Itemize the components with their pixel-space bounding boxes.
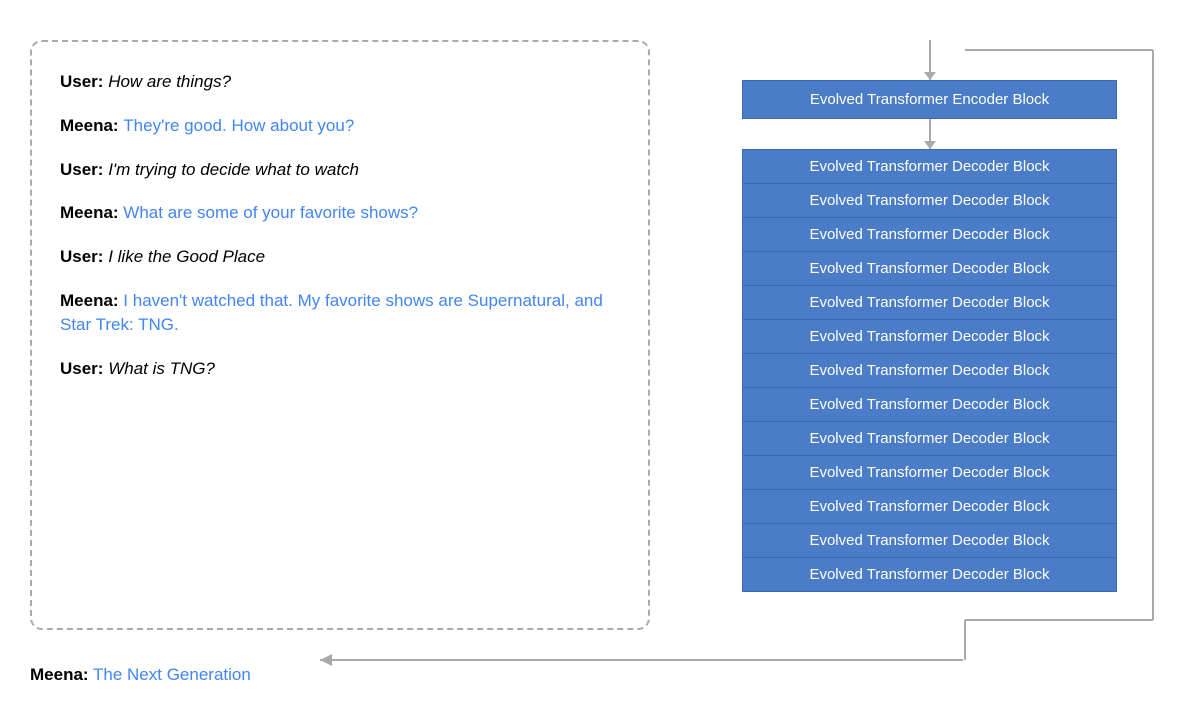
decoder-block: Evolved Transformer Decoder Block: [742, 285, 1117, 319]
decoder-block: Evolved Transformer Decoder Block: [742, 421, 1117, 455]
decoder-block: Evolved Transformer Decoder Block: [742, 149, 1117, 183]
output-speaker: Meena:: [30, 665, 89, 684]
decoder-block: Evolved Transformer Decoder Block: [742, 489, 1117, 523]
decoder-block: Evolved Transformer Decoder Block: [742, 183, 1117, 217]
chat-speaker: Meena:: [60, 116, 123, 135]
chat-text: I like the Good Place: [108, 247, 265, 266]
diagram-container: Evolved Transformer Encoder Block Evolve…: [690, 40, 1169, 592]
chat-line: User: I like the Good Place: [60, 245, 620, 269]
chat-line: User: What is TNG?: [60, 357, 620, 381]
chat-text: They're good. How about you?: [123, 116, 354, 135]
decoder-block: Evolved Transformer Decoder Block: [742, 251, 1117, 285]
top-connector: [929, 40, 931, 80]
decoder-block: Evolved Transformer Decoder Block: [742, 557, 1117, 592]
chat-text: What is TNG?: [108, 359, 215, 378]
decoder-block: Evolved Transformer Decoder Block: [742, 353, 1117, 387]
chat-box: User: How are things? Meena: They're good…: [30, 40, 650, 630]
decoder-block: Evolved Transformer Decoder Block: [742, 319, 1117, 353]
encoder-block: Evolved Transformer Encoder Block: [742, 80, 1117, 119]
mid-connector: [929, 119, 931, 149]
chat-speaker: User:: [60, 359, 108, 378]
chat-text: I haven't watched that. My favorite show…: [60, 291, 603, 334]
decoder-block: Evolved Transformer Decoder Block: [742, 387, 1117, 421]
chat-line: Meena: They're good. How about you?: [60, 114, 620, 138]
chat-line: User: How are things?: [60, 70, 620, 94]
decoder-block: Evolved Transformer Decoder Block: [742, 523, 1117, 557]
chat-text: How are things?: [108, 72, 231, 91]
main-container: User: How are things? Meena: They're good…: [0, 0, 1199, 715]
chat-speaker: User:: [60, 160, 108, 179]
chat-speaker: Meena:: [60, 291, 123, 310]
decoder-block: Evolved Transformer Decoder Block: [742, 217, 1117, 251]
chat-speaker: Meena:: [60, 203, 123, 222]
bottom-output: Meena: The Next Generation: [30, 665, 251, 685]
chat-text: I'm trying to decide what to watch: [108, 160, 359, 179]
chat-line: Meena: I haven't watched that. My favori…: [60, 289, 620, 337]
chat-speaker: User:: [60, 247, 108, 266]
decoder-block: Evolved Transformer Decoder Block: [742, 455, 1117, 489]
decoder-stack: Evolved Transformer Decoder BlockEvolved…: [742, 149, 1117, 592]
chat-line: User: I'm trying to decide what to watch: [60, 158, 620, 182]
chat-speaker: User:: [60, 72, 108, 91]
chat-text: What are some of your favorite shows?: [123, 203, 418, 222]
chat-line: Meena: What are some of your favorite sh…: [60, 201, 620, 225]
output-text: The Next Generation: [93, 665, 251, 684]
